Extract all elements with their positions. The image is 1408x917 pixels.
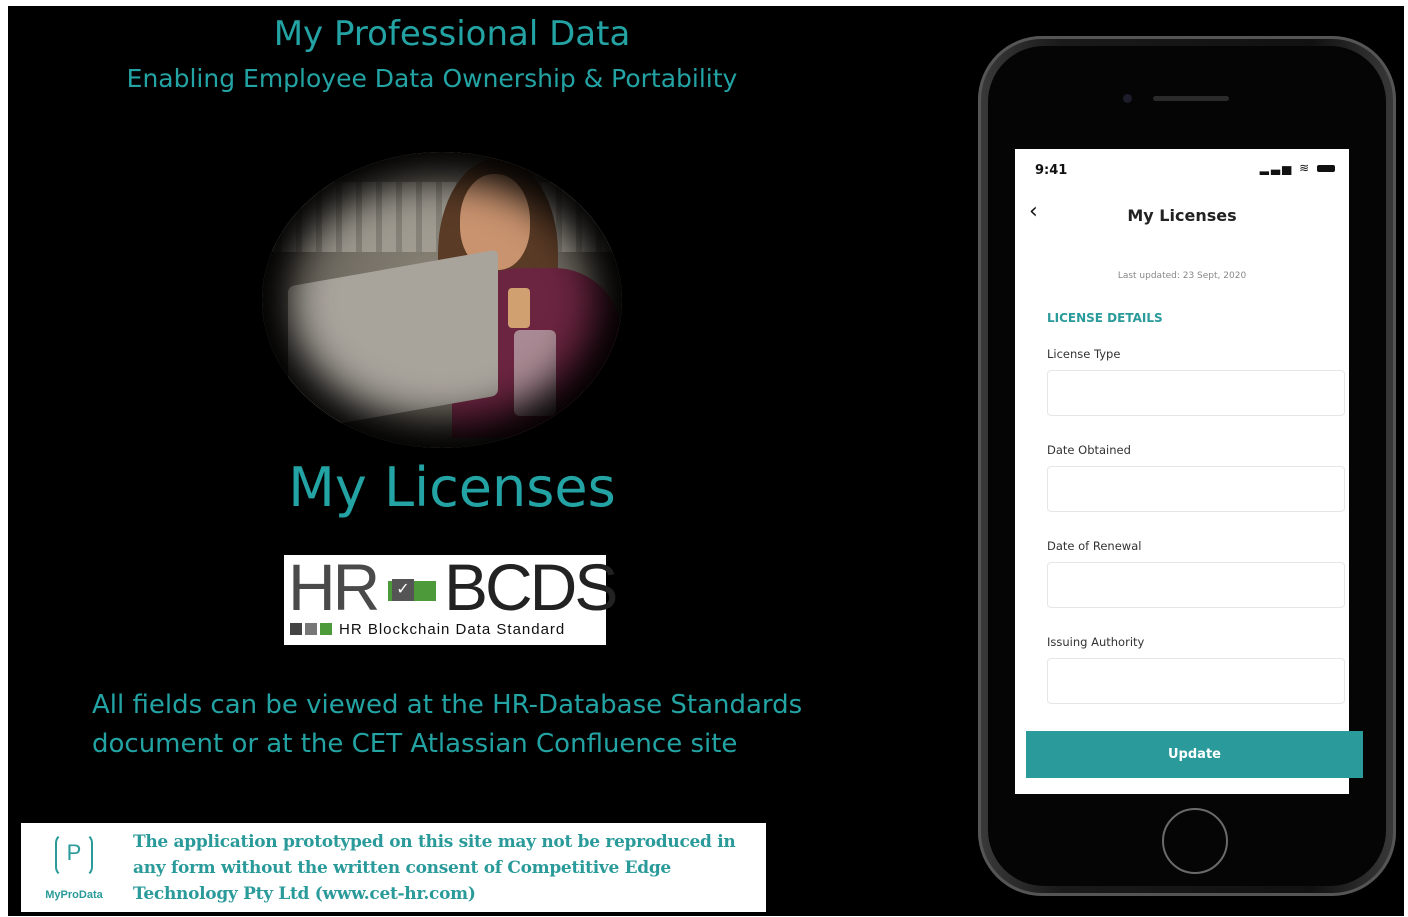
slide-title: My Professional Data <box>273 14 631 54</box>
screen-title: My Licenses <box>1127 206 1237 225</box>
logo-check-icon: ✓ <box>388 579 436 601</box>
issuing-authority-input[interactable] <box>1047 658 1345 704</box>
slide-subtitle: Enabling Employee Data Ownership & Porta… <box>126 64 738 93</box>
status-time: 9:41 <box>1035 163 1068 178</box>
license-type-label: License Type <box>1047 347 1121 361</box>
date-of-renewal-input[interactable] <box>1047 562 1345 608</box>
battery-icon <box>1317 165 1335 172</box>
logo-tagline: HR Blockchain Data Standard <box>339 620 566 638</box>
date-obtained-label: Date Obtained <box>1047 443 1131 457</box>
hero-photo <box>262 152 622 448</box>
home-button[interactable] <box>1162 808 1228 874</box>
wifi-icon: ≋ <box>1299 161 1312 175</box>
date-obtained-input[interactable] <box>1047 466 1345 512</box>
phone-screen: 9:41 ▂▃▅ ≋ ‹ My Licenses Last updated: 2… <box>1015 149 1363 794</box>
status-icons: ▂▃▅ ≋ <box>1260 161 1335 175</box>
date-of-renewal-label: Date of Renewal <box>1047 539 1142 553</box>
fields-note: All fields can be viewed at the HR-Datab… <box>92 690 803 759</box>
section-title: LICENSE DETAILS <box>1047 311 1163 325</box>
front-camera-icon <box>1123 94 1132 103</box>
slide: My Professional Data Enabling Employee D… <box>8 6 1404 916</box>
license-type-input[interactable] <box>1047 370 1345 416</box>
logo-bcds-text: BCDS <box>444 550 618 624</box>
signal-icon: ▂▃▅ <box>1259 161 1294 175</box>
disclaimer-text: The application prototyped on this site … <box>133 832 736 904</box>
brand-name: MyProData <box>45 889 103 901</box>
page-heading: My Licenses <box>288 456 616 519</box>
issuing-authority-label: Issuing Authority <box>1047 635 1145 649</box>
hr-bcds-logo: HR ✓ BCDS HR Blockchain Data Standard <box>284 550 618 645</box>
speaker-grille <box>1153 96 1229 101</box>
myprodata-logo-icon: P <box>55 833 93 877</box>
copyright-disclaimer: P MyProData The application prototyped o… <box>21 823 766 912</box>
update-button[interactable]: Update <box>1026 731 1363 778</box>
logo-hr-text: HR <box>288 550 380 624</box>
phone-mockup: 9:41 ▂▃▅ ≋ ‹ My Licenses Last updated: 2… <box>978 36 1396 896</box>
last-updated: Last updated: 23 Sept, 2020 <box>1117 271 1247 281</box>
